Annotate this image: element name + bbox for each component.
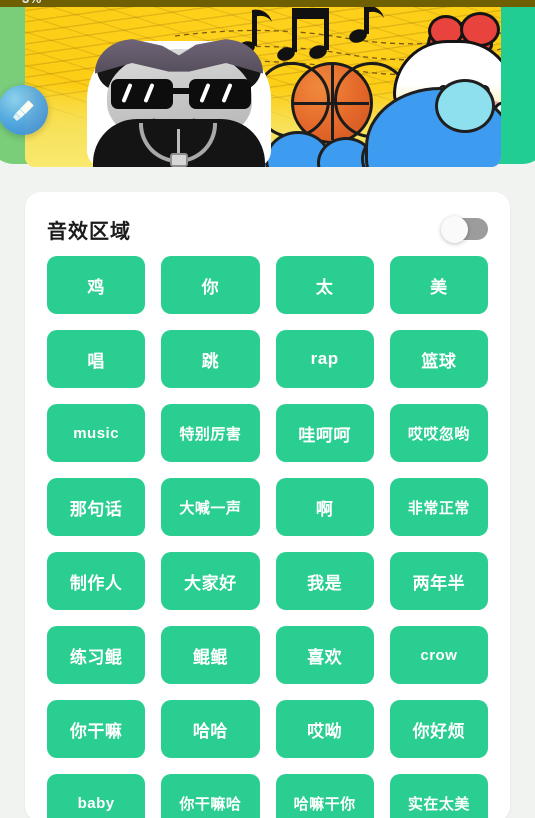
sound-effect-button[interactable]: 唱 <box>47 330 146 388</box>
sound-effect-button[interactable]: baby <box>47 774 146 818</box>
app-root: 3% 音效区域 鸡你太美唱跳 rap 篮球 music 特别厉害哇呵呵哎哎忽哟那句话大喊… <box>0 0 535 818</box>
sound-effect-button[interactable]: 鲲鲲 <box>161 626 260 684</box>
sound-effect-button[interactable]: 你好烦 <box>389 700 488 758</box>
sound-effect-button[interactable]: 两年半 <box>389 552 488 610</box>
sound-effect-button[interactable]: 哈嘛干你 <box>275 774 374 818</box>
sound-effect-button[interactable]: 非常正常 <box>389 478 488 536</box>
toggle-knob <box>441 215 468 243</box>
sound-effect-button[interactable]: 大家好 <box>161 552 260 610</box>
sound-effect-button[interactable]: 你干嘛哈 <box>161 774 260 818</box>
floating-brush-button[interactable] <box>0 85 48 135</box>
sound-effect-button[interactable]: 我是 <box>275 552 374 610</box>
page-title: 音效区域 <box>47 220 131 243</box>
sound-effect-grid: 鸡你太美唱跳 rap 篮球 music 特别厉害 哇呵呵 哎哎忽哟那句话 大喊一声啊非常正常制… <box>47 256 488 818</box>
sound-effect-button[interactable]: 你 <box>161 256 260 314</box>
sound-effect-button[interactable]: crow <box>389 626 488 684</box>
sound-effect-button[interactable]: 哇呵呵 <box>275 404 374 462</box>
sound-effect-button[interactable]: 你干嘛 <box>47 700 146 758</box>
brush-icon <box>13 100 34 121</box>
sound-effect-button[interactable]: 特别厉害 <box>161 404 260 462</box>
status-bar-time: 3% <box>22 0 42 6</box>
sound-effect-toggle[interactable] <box>441 215 488 243</box>
sound-effect-button[interactable]: 鸡 <box>47 256 146 314</box>
sound-effect-button[interactable]: music <box>47 404 146 462</box>
status-bar: 3% <box>0 0 535 7</box>
sound-effect-button[interactable]: 美 <box>389 256 488 314</box>
card-header: 音效区域 <box>47 212 488 246</box>
sound-effect-banner[interactable] <box>25 0 501 167</box>
sound-effect-button[interactable]: 篮球 <box>389 330 488 388</box>
sound-effect-button[interactable]: 实在太美 <box>389 774 488 818</box>
sound-effect-button[interactable]: 啊 <box>275 478 374 536</box>
sound-effect-button[interactable]: rap <box>275 330 374 388</box>
panda-meme-icon <box>87 33 271 167</box>
sound-effect-button[interactable]: 大喊一声 <box>161 478 260 536</box>
sound-effect-button[interactable]: 制作人 <box>47 552 146 610</box>
sound-effect-button[interactable]: 喜欢 <box>275 626 374 684</box>
sound-effect-button[interactable]: 那句话 <box>47 478 146 536</box>
sound-effect-button[interactable]: 哎哎忽哟 <box>389 404 488 462</box>
sound-effect-button[interactable]: 跳 <box>161 330 260 388</box>
sound-effect-button[interactable]: 哎呦 <box>275 700 374 758</box>
sound-effect-button[interactable]: 太 <box>275 256 374 314</box>
sound-effect-card: 音效区域 鸡你太美唱跳 rap 篮球 music 特别厉害 哇呵呵 哎哎忽哟那句话 大喊一声啊… <box>25 192 510 818</box>
sound-effect-button[interactable]: 哈哈 <box>161 700 260 758</box>
sound-effect-button[interactable]: 练习鲲 <box>47 626 146 684</box>
